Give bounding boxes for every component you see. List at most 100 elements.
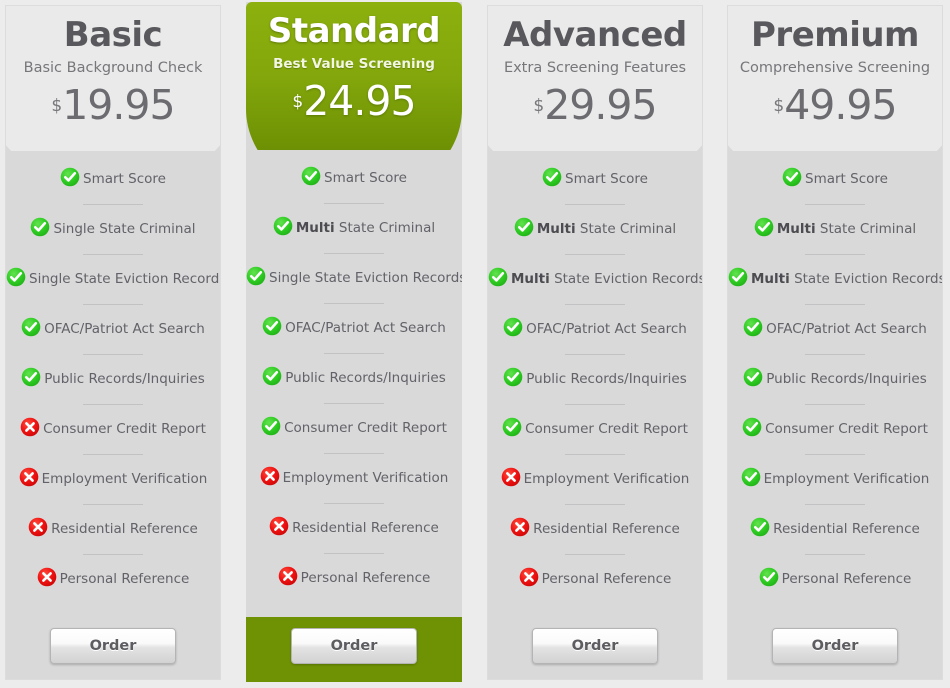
feature-label: Public Records/Inquiries bbox=[766, 371, 927, 387]
feature-label-text: Consumer Credit Report bbox=[284, 420, 447, 436]
feature-divider bbox=[565, 354, 625, 355]
cross-circle-icon bbox=[278, 566, 298, 586]
plan-header-basic: Basic Basic Background Check $19.95 bbox=[6, 6, 220, 151]
feature-label: Consumer Credit Report bbox=[284, 420, 447, 436]
feature-divider bbox=[805, 454, 865, 455]
feature-divider bbox=[83, 254, 143, 255]
cross-circle-icon bbox=[269, 516, 289, 536]
feature-label: Employment Verification bbox=[764, 471, 930, 487]
feature-divider bbox=[565, 554, 625, 555]
feature-divider bbox=[565, 404, 625, 405]
feature-label-prefix: Multi bbox=[751, 271, 790, 287]
feature-label-text: Personal Reference bbox=[781, 571, 912, 587]
feature-divider bbox=[805, 304, 865, 305]
plan-price-row: $29.95 bbox=[488, 81, 702, 138]
cross-circle-icon bbox=[260, 466, 280, 486]
feature-divider bbox=[324, 303, 384, 304]
check-circle-icon bbox=[754, 217, 774, 237]
feature-label: Smart Score bbox=[83, 171, 166, 187]
plan-name: Basic bbox=[63, 15, 163, 55]
feature-row: Residential Reference bbox=[488, 513, 702, 563]
feature-label-prefix: Multi bbox=[536, 221, 576, 237]
feature-row: Multi State Criminal bbox=[728, 213, 942, 263]
feature-row: Public Records/Inquiries bbox=[6, 363, 220, 413]
feature-label-text: Public Records/Inquiries bbox=[285, 370, 446, 386]
cross-circle-icon bbox=[519, 567, 539, 587]
currency-symbol: $ bbox=[533, 96, 545, 116]
check-circle-icon bbox=[514, 217, 534, 237]
feature-label: Residential Reference bbox=[292, 520, 439, 536]
feature-list-premium: Smart Score Multi State Criminal Multi Sta… bbox=[728, 151, 942, 613]
feature-divider bbox=[324, 553, 384, 554]
feature-label-text: Residential Reference bbox=[533, 521, 680, 537]
plan-name: Standard bbox=[267, 11, 441, 51]
check-circle-icon bbox=[246, 266, 266, 286]
feature-row: OFAC/Patriot Act Search bbox=[246, 312, 462, 362]
feature-label-prefix: Multi bbox=[776, 221, 816, 237]
plan-column-advanced: Advanced Extra Screening Features $29.95 Sm… bbox=[487, 5, 703, 680]
feature-row: Smart Score bbox=[6, 163, 220, 213]
feature-row: Personal Reference bbox=[246, 562, 462, 612]
plan-tagline: Comprehensive Screening bbox=[739, 60, 931, 76]
order-button-standard[interactable]: Order bbox=[291, 628, 417, 664]
cross-circle-icon bbox=[19, 467, 39, 487]
feature-row: Employment Verification bbox=[728, 463, 942, 513]
feature-label: Public Records/Inquiries bbox=[526, 371, 687, 387]
check-circle-icon bbox=[60, 167, 80, 187]
feature-row: Residential Reference bbox=[6, 513, 220, 563]
feature-row: Consumer Credit Report bbox=[488, 413, 702, 463]
feature-label: Personal Reference bbox=[782, 571, 912, 587]
feature-row: Personal Reference bbox=[6, 563, 220, 613]
feature-row: Smart Score bbox=[488, 163, 702, 213]
order-button-premium[interactable]: Order bbox=[772, 628, 898, 664]
feature-label: Public Records/Inquiries bbox=[285, 370, 446, 386]
plan-header-advanced: Advanced Extra Screening Features $29.95 bbox=[488, 6, 702, 151]
feature-label: Consumer Credit Report bbox=[525, 421, 688, 437]
feature-row: Public Records/Inquiries bbox=[246, 362, 462, 412]
order-button-basic[interactable]: Order bbox=[50, 628, 176, 664]
check-circle-icon bbox=[542, 167, 562, 187]
cross-circle-icon bbox=[37, 567, 57, 587]
feature-row: Multi State Criminal bbox=[488, 213, 702, 263]
plan-price: 19.95 bbox=[62, 81, 175, 129]
feature-row: Smart Score bbox=[246, 162, 462, 212]
feature-label: Consumer Credit Report bbox=[43, 421, 206, 437]
feature-row: Multi State Criminal bbox=[246, 212, 462, 262]
feature-divider bbox=[805, 504, 865, 505]
feature-label: OFAC/Patriot Act Search bbox=[285, 320, 446, 336]
feature-label: Personal Reference bbox=[542, 571, 672, 587]
feature-label-text: State Eviction Records bbox=[794, 271, 943, 287]
check-circle-icon bbox=[21, 367, 41, 387]
feature-label-prefix: Multi bbox=[511, 271, 550, 287]
feature-label: Employment Verification bbox=[524, 471, 690, 487]
feature-label-text: OFAC/Patriot Act Search bbox=[526, 321, 687, 337]
feature-row: Single State Eviction Records bbox=[246, 262, 462, 312]
feature-label: Multi State Criminal bbox=[537, 221, 676, 237]
feature-label-text: Public Records/Inquiries bbox=[44, 371, 205, 387]
feature-list-basic: Smart Score Single State Criminal Single S… bbox=[6, 151, 220, 613]
check-circle-icon bbox=[301, 166, 321, 186]
feature-label: Multi State Criminal bbox=[777, 221, 916, 237]
plan-header-standard: Standard Best Value Screening $24.95 bbox=[246, 2, 462, 150]
feature-row: Single State Criminal bbox=[6, 213, 220, 263]
feature-divider bbox=[805, 554, 865, 555]
feature-label: Personal Reference bbox=[301, 570, 431, 586]
feature-label-text: Residential Reference bbox=[292, 520, 439, 536]
plan-column-basic: Basic Basic Background Check $19.95 Smart S… bbox=[5, 5, 221, 680]
plan-price-row: $19.95 bbox=[6, 81, 220, 138]
feature-label: Public Records/Inquiries bbox=[44, 371, 205, 387]
feature-label-text: Personal Reference bbox=[541, 571, 672, 587]
order-button-advanced[interactable]: Order bbox=[532, 628, 658, 664]
feature-label-text: Smart Score bbox=[565, 171, 648, 187]
check-circle-icon bbox=[6, 267, 26, 287]
feature-label: Residential Reference bbox=[533, 521, 680, 537]
currency-symbol: $ bbox=[292, 92, 304, 112]
feature-row: OFAC/Patriot Act Search bbox=[6, 313, 220, 363]
feature-row: OFAC/Patriot Act Search bbox=[728, 313, 942, 363]
feature-divider bbox=[565, 504, 625, 505]
feature-divider bbox=[83, 504, 143, 505]
feature-label-text: Employment Verification bbox=[282, 470, 449, 486]
feature-row: Employment Verification bbox=[246, 462, 462, 512]
feature-label-text: Single State Eviction Records bbox=[269, 270, 462, 286]
feature-label-text: Smart Score bbox=[83, 171, 166, 187]
